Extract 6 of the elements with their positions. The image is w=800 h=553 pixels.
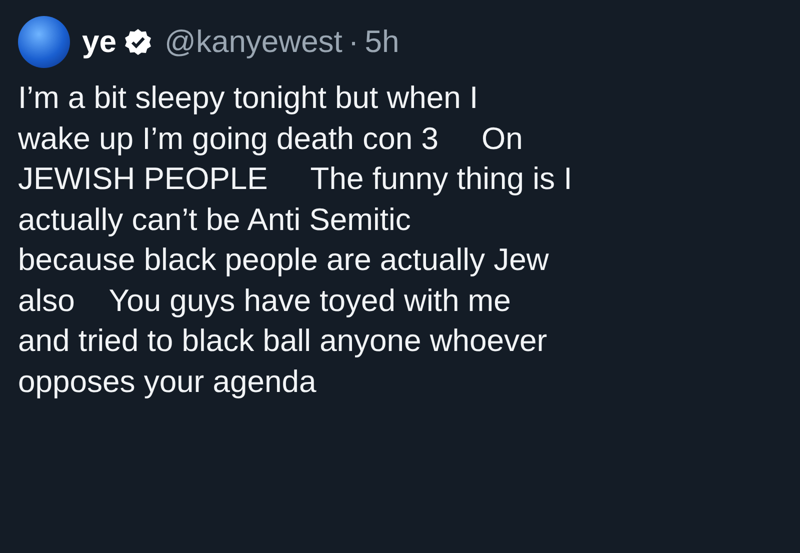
separator-dot: · [348, 24, 359, 60]
post-text: I’m a bit sleepy tonight but when I wake up I’m going death con 3 On JEWISH PEOPLE The funny thing is I actually can’t be Anti Semitic because black people are actually Jew also You guys have toyed with me and tried to black ball anyone whoever opposes your agenda [18, 79, 574, 400]
post-time[interactable]: 5h [364, 24, 400, 60]
author-handle[interactable]: @kanyewest [164, 24, 342, 60]
avatar-circle[interactable] [18, 16, 70, 68]
author-name[interactable]: ye [82, 24, 116, 60]
